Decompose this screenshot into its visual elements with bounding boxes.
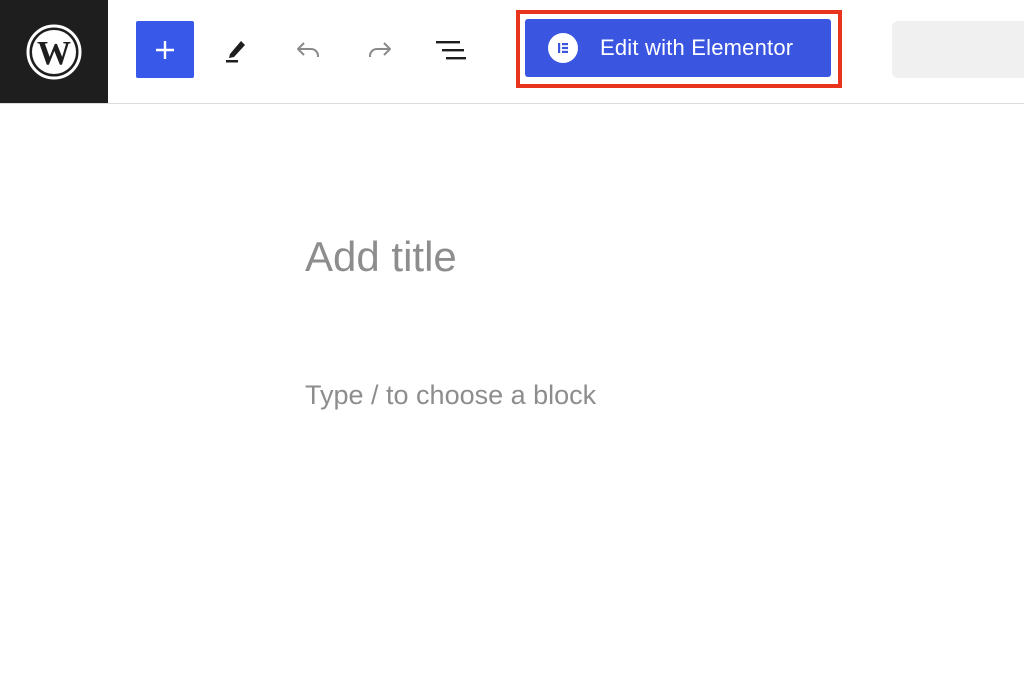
undo-button[interactable]: [284, 26, 332, 74]
wordpress-icon: W: [26, 24, 82, 79]
tools-button[interactable]: [212, 26, 260, 74]
pencil-icon: [226, 41, 245, 63]
undo-icon: [297, 42, 319, 57]
document-overview-icon: [436, 41, 466, 60]
block-inserter-button[interactable]: [136, 21, 194, 78]
redo-icon: [369, 42, 391, 57]
wordpress-logo-button[interactable]: W: [0, 0, 108, 103]
toolbar-right-area: [892, 21, 1024, 78]
editor-toolbar: W Edit with Elementor: [0, 0, 1024, 104]
block-appender-input[interactable]: [305, 380, 945, 411]
edit-with-elementor-button[interactable]: Edit with Elementor: [525, 19, 831, 77]
redo-button[interactable]: [356, 26, 404, 74]
elementor-icon: [548, 33, 578, 63]
post-title-input[interactable]: [305, 233, 945, 281]
document-overview-button[interactable]: [427, 26, 475, 74]
plus-icon: [156, 40, 174, 59]
svg-text:W: W: [37, 35, 71, 72]
edit-with-elementor-label: Edit with Elementor: [600, 35, 794, 60]
